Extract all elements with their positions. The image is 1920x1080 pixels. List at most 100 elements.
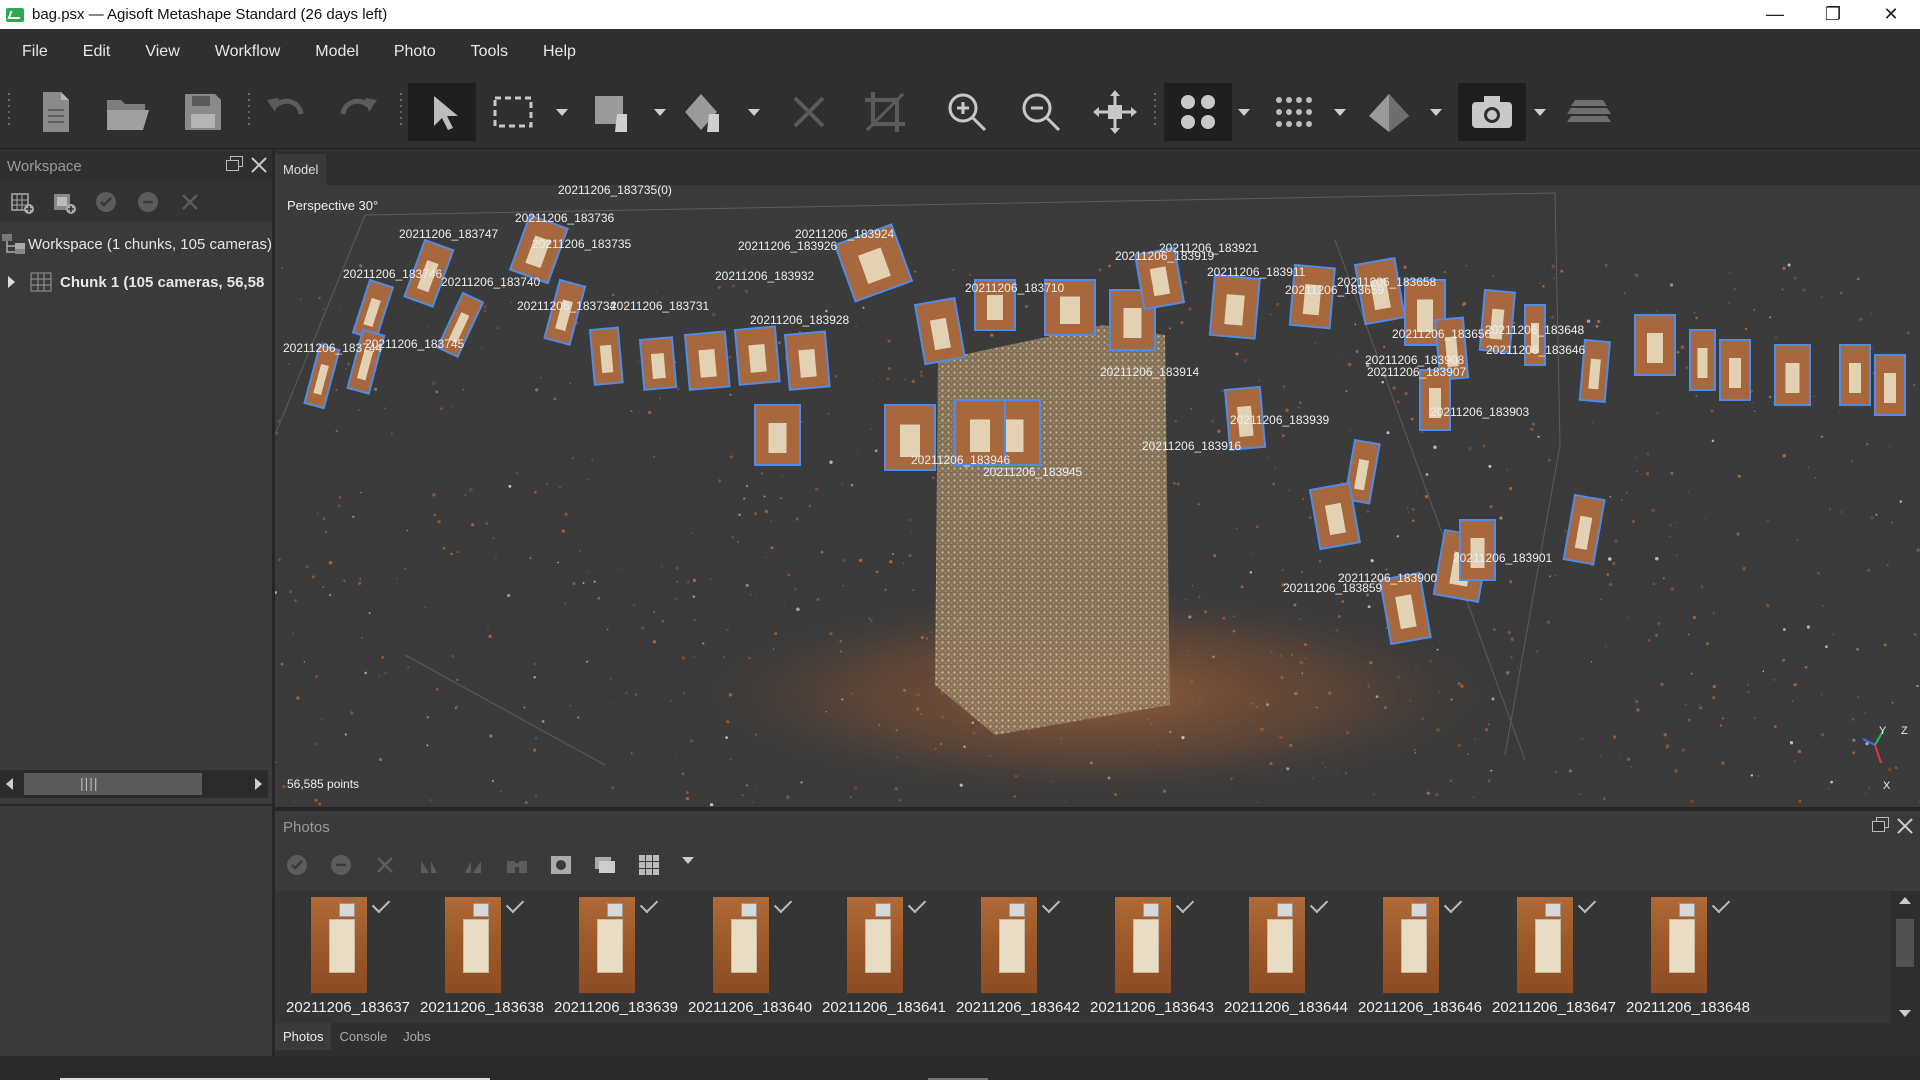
rotate-left-icon[interactable] [417, 853, 441, 877]
tab-photos[interactable]: Photos [275, 1023, 332, 1050]
zoom-in-button[interactable] [938, 83, 996, 141]
workspace-tree-icon [0, 233, 28, 255]
zoom-out-button[interactable] [1012, 83, 1070, 141]
binoculars-icon[interactable] [505, 853, 529, 877]
photo-thumbnail[interactable]: 20211206_183637 [281, 894, 415, 1021]
close-icon[interactable] [250, 156, 268, 174]
crop-selection-button[interactable] [856, 83, 914, 141]
model-shaded-button[interactable] [1360, 83, 1418, 141]
close-icon[interactable] [1896, 817, 1914, 835]
disable-minus-icon[interactable] [329, 853, 353, 877]
open-button[interactable] [98, 83, 156, 141]
camera-frustum [754, 404, 801, 466]
scroll-thumb[interactable] [24, 773, 202, 795]
workspace-root-label: Workspace (1 chunks, 105 cameras) [28, 235, 272, 253]
photo-thumbnail[interactable]: 20211206_183647 [1487, 894, 1621, 1021]
menu-help[interactable]: Help [521, 43, 589, 61]
camera-label: 20211206_183859 [1283, 581, 1383, 595]
tree-workspace-root[interactable]: Workspace (1 chunks, 105 cameras) [0, 225, 272, 263]
rectangle-selection-button[interactable] [484, 83, 542, 141]
dense-cloud-button[interactable] [1264, 83, 1322, 141]
tab-jobs[interactable]: Jobs [395, 1023, 438, 1050]
app-logo-icon [6, 7, 24, 22]
close-window-button[interactable]: ✕ [1862, 0, 1920, 29]
photo-thumbnail[interactable]: 20211206_183640 [683, 894, 817, 1021]
menu-workflow[interactable]: Workflow [193, 43, 294, 61]
tree-chunk-1[interactable]: Chunk 1 (105 cameras, 56,58 [0, 263, 272, 301]
navigation-tool-button[interactable] [408, 83, 476, 141]
photo-image [713, 897, 769, 993]
cameras-dropdown[interactable] [1532, 105, 1546, 119]
menu-model[interactable]: Model [293, 43, 372, 61]
photo-thumbnail[interactable]: 20211206_183639 [549, 894, 683, 1021]
scroll-left-icon[interactable] [6, 778, 13, 790]
add-chunk-icon[interactable] [10, 190, 34, 214]
model-dropdown[interactable] [1428, 105, 1442, 119]
undock-icon[interactable] [1872, 817, 1889, 832]
scroll-right-icon[interactable] [255, 778, 262, 790]
new-document-button[interactable] [26, 83, 84, 141]
camera-frustum [1459, 519, 1496, 581]
camera-label: 20211206_183924 [795, 227, 895, 241]
camera-label: 20211206_183926 [738, 239, 838, 253]
rotate-right-icon[interactable] [461, 853, 485, 877]
save-button[interactable] [174, 83, 232, 141]
tab-console[interactable]: Console [331, 1023, 395, 1050]
rotate-object-dropdown[interactable] [746, 105, 760, 119]
camera-label: 20211206_183731 [610, 299, 710, 313]
menu-tools[interactable]: Tools [449, 43, 521, 61]
photo-thumbnail[interactable]: 20211206_183648 [1621, 894, 1755, 1021]
scroll-up-icon[interactable] [1899, 897, 1911, 904]
view-mode-dropdown-icon[interactable] [681, 853, 695, 877]
menu-view[interactable]: View [123, 43, 192, 61]
menu-photo[interactable]: Photo [372, 43, 449, 61]
camera-label: 20211206_183736 [515, 211, 615, 225]
selection-dropdown[interactable] [554, 105, 568, 119]
photo-view-icon[interactable] [593, 853, 617, 877]
undock-icon[interactable] [226, 156, 243, 171]
undo-button[interactable] [256, 83, 314, 141]
menu-file[interactable]: File [0, 43, 61, 61]
enable-check-icon[interactable] [285, 853, 309, 877]
tie-points-dropdown[interactable] [1236, 105, 1250, 119]
dense-cloud-dropdown[interactable] [1332, 105, 1346, 119]
photo-thumbnail[interactable]: 20211206_183638 [415, 894, 549, 1021]
move-region-button[interactable] [584, 83, 642, 141]
grid-view-icon[interactable] [637, 853, 661, 877]
show-cameras-button[interactable] [1458, 83, 1526, 141]
photo-image [1249, 897, 1305, 993]
remove-x-icon[interactable] [373, 853, 397, 877]
rotate-object-button[interactable] [676, 83, 734, 141]
camera-label: 20211206_183907 [1367, 365, 1467, 379]
camera-label: 20211206_183928 [750, 313, 850, 327]
mask-icon[interactable] [549, 853, 573, 877]
disable-minus-icon[interactable] [136, 190, 160, 214]
photo-thumbnail[interactable]: 20211206_183644 [1219, 894, 1353, 1021]
show-region-button[interactable] [1560, 83, 1618, 141]
photo-thumbnail[interactable]: 20211206_183643 [1085, 894, 1219, 1021]
axis-y-label: Y [1879, 725, 1887, 737]
model-viewport[interactable]: Perspective 30° 56,585 points Y Z X 2021… [275, 185, 1920, 806]
enable-check-icon[interactable] [94, 190, 118, 214]
photo-thumbnail[interactable]: 20211206_183641 [817, 894, 951, 1021]
reset-view-button[interactable] [1086, 83, 1144, 141]
photo-thumbnail[interactable]: 20211206_183642 [951, 894, 1085, 1021]
workspace-horizontal-scrollbar[interactable]: |||| [0, 770, 268, 798]
photo-thumbnail[interactable]: 20211206_183646 [1353, 894, 1487, 1021]
photos-vertical-scrollbar[interactable] [1890, 891, 1920, 1023]
expand-arrow-icon[interactable] [0, 275, 22, 289]
redo-button[interactable] [330, 83, 388, 141]
scroll-grip-icon: |||| [80, 775, 99, 791]
minimize-button[interactable]: — [1746, 0, 1804, 29]
scroll-thumb[interactable] [1896, 919, 1914, 967]
remove-x-icon[interactable] [178, 190, 202, 214]
delete-selection-button[interactable] [780, 83, 838, 141]
move-region-dropdown[interactable] [652, 105, 666, 119]
restore-button[interactable]: ❐ [1804, 0, 1862, 29]
scroll-down-icon[interactable] [1899, 1010, 1911, 1017]
aligned-check-icon [1577, 894, 1597, 914]
add-photos-icon[interactable] [52, 190, 76, 214]
tab-model[interactable]: Model [275, 154, 327, 185]
menu-edit[interactable]: Edit [61, 43, 124, 61]
tie-points-button[interactable] [1164, 83, 1232, 141]
